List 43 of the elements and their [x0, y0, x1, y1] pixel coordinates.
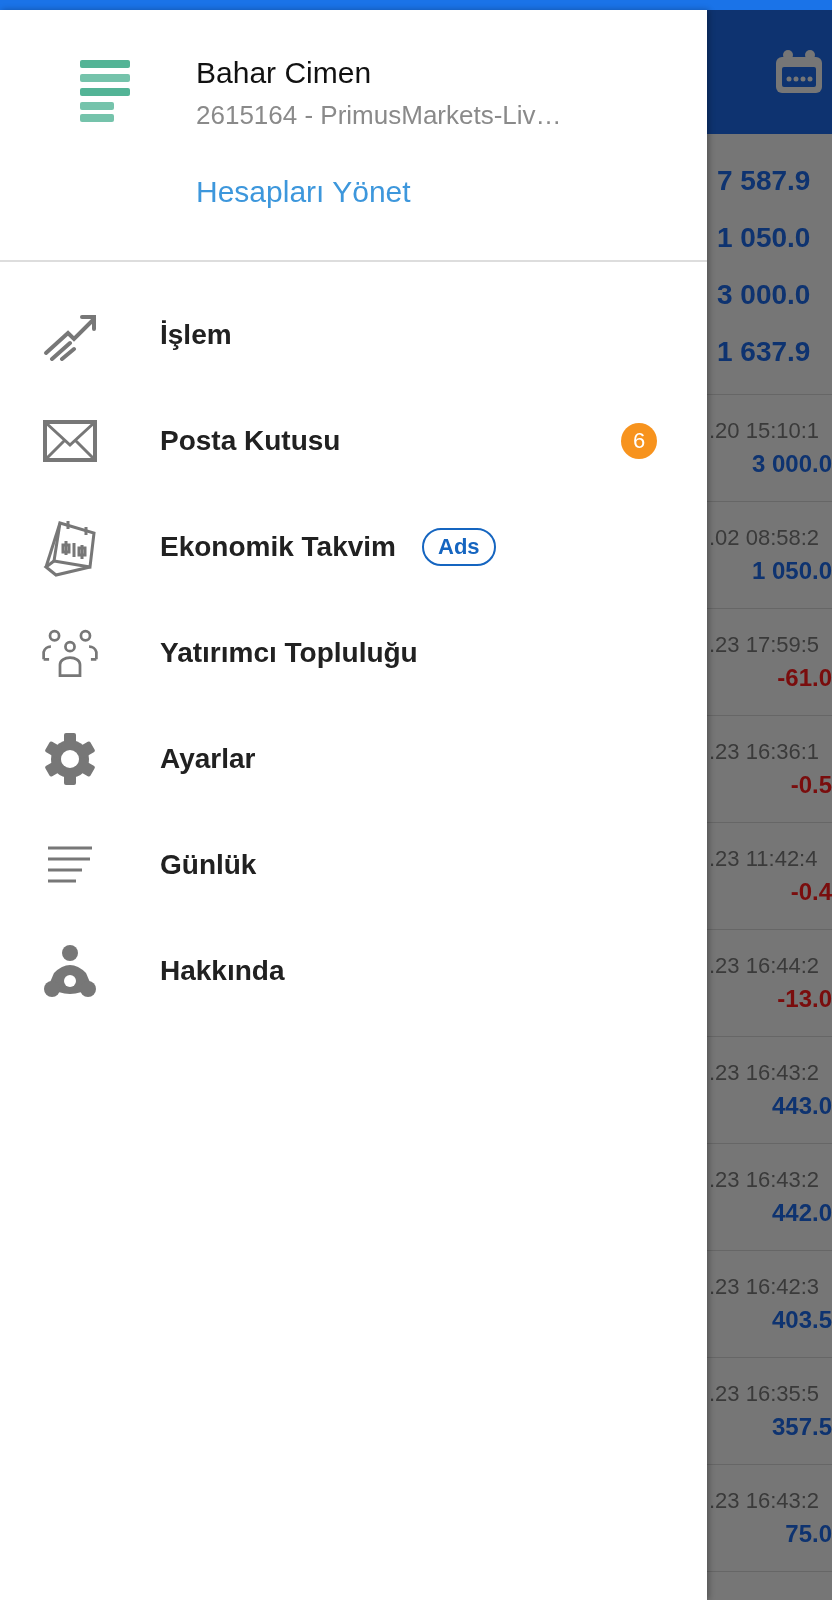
trade-time: .23 16:43:2 [708, 1060, 820, 1086]
trade-profit: -61.0 [777, 664, 832, 692]
count-badge: 6 [621, 423, 657, 459]
trade-profit: 3 000.0 [751, 450, 832, 478]
trade-time: .23 16:43:2 [708, 1488, 820, 1514]
calendar-icon[interactable] [774, 49, 824, 95]
trade-profit: -0.4 [790, 878, 832, 906]
trade-profit: 1 050.0 [751, 557, 832, 585]
menu-item[interactable]: Günlük [0, 812, 707, 918]
balance-value: 1 050.0 [717, 221, 812, 255]
trade-time: .20 15:10:1 [708, 418, 820, 444]
trade-time: .23 17:59:5 [708, 632, 820, 658]
trade-time: .23 11:42:4 [708, 846, 818, 872]
balance-value: 1 637.9 [717, 335, 812, 369]
account-name: Bahar Cimen [196, 56, 373, 90]
trade-profit: 75.0 [785, 1520, 832, 1548]
menu-item[interactable]: Hakkında [0, 918, 707, 1024]
trade-profit: 442.0 [771, 1199, 832, 1227]
account-number: 2615164 - PrimusMarkets-Liv… [196, 100, 562, 131]
trade-time: .23 16:42:3 [708, 1274, 820, 1300]
app-logo-icon [80, 60, 130, 122]
trade-profit: 443.0 [771, 1092, 832, 1120]
envelope-icon [42, 419, 98, 463]
menu-item[interactable]: Ekonomik Takvim Ads [0, 494, 707, 600]
trade-time: .23 16:43:2 [708, 1167, 820, 1193]
trade-time: .23 16:44:2 [708, 953, 820, 979]
trade-profit: 403.5 [771, 1306, 832, 1334]
trade-profit: -0.5 [790, 771, 832, 799]
trade-time: .02 08:58:2 [708, 525, 820, 551]
trade-time: .23 16:35:5 [708, 1381, 820, 1407]
balance-value: 3 000.0 [717, 278, 812, 312]
settings-icon [43, 732, 97, 786]
text-lines-icon [46, 845, 94, 885]
trade-profit: -13.0 [777, 985, 832, 1013]
menu-item[interactable]: Posta Kutusu 6 [0, 388, 707, 494]
menu-item[interactable]: Yatırımcı Topluluğu [0, 600, 707, 706]
trade-time: .23 16:36:1 [708, 739, 820, 765]
menu-item[interactable]: Ayarlar [0, 706, 707, 812]
ads-tag: Ads [422, 528, 496, 566]
menu-item[interactable]: İşlem [0, 282, 707, 388]
group-icon [42, 943, 98, 999]
trade-profit: 357.5 [771, 1413, 832, 1441]
balance-value: 7 587.9 [717, 164, 812, 198]
